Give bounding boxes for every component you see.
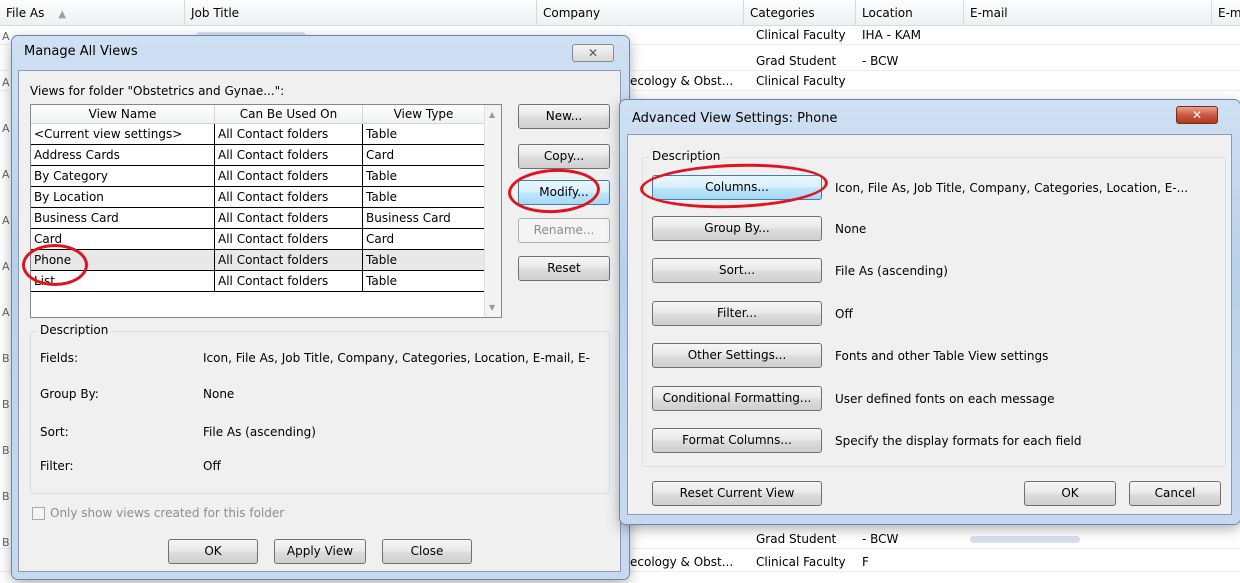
dialog-title: Manage All Views xyxy=(24,44,138,59)
folder-label: Views for folder "Obstetrics and Gynae..… xyxy=(30,84,285,98)
copy-view-button[interactable]: Copy... xyxy=(518,144,610,169)
adv-cancel-button[interactable]: Cancel xyxy=(1129,481,1221,506)
close-icon[interactable]: ✕ xyxy=(1176,106,1218,124)
format-columns-value: Specify the display formats for each fie… xyxy=(835,434,1082,448)
view-row[interactable]: By Location All Contact folders Table xyxy=(31,187,485,208)
view-row[interactable]: List All Contact folders Table xyxy=(31,271,485,292)
other-settings-value: Fonts and other Table View settings xyxy=(835,349,1049,363)
only-show-label: Only show views created for this folder xyxy=(50,506,285,520)
conditional-formatting-value: User defined fonts on each message xyxy=(835,392,1055,406)
column-header-email[interactable]: E-mail xyxy=(964,0,1212,26)
reset-current-view-button[interactable]: Reset Current View xyxy=(652,481,822,506)
sort-value: File As (ascending) xyxy=(203,425,316,439)
fields-value: Icon, File As, Job Title, Company, Categ… xyxy=(203,351,590,365)
column-view-type[interactable]: View Type xyxy=(363,105,485,124)
group-by-value: None xyxy=(203,387,235,401)
filter-value: Off xyxy=(835,307,853,321)
format-columns-button[interactable]: Format Columns... xyxy=(652,428,822,453)
filter-value: Off xyxy=(203,459,221,473)
column-can-be-used-on[interactable]: Can Be Used On xyxy=(215,105,363,124)
filter-button[interactable]: Filter... xyxy=(652,301,822,326)
sort-label: Sort: xyxy=(40,425,69,439)
sort-ascending-icon: ▲ xyxy=(58,9,67,20)
apply-view-button[interactable]: Apply View xyxy=(274,539,366,564)
view-row[interactable]: Address Cards All Contact folders Card xyxy=(31,145,485,166)
close-button[interactable]: Close xyxy=(382,539,472,564)
adv-ok-button[interactable]: OK xyxy=(1024,481,1116,506)
group-by-value: None xyxy=(835,222,867,236)
other-settings-button[interactable]: Other Settings... xyxy=(652,343,822,368)
ok-button[interactable]: OK xyxy=(168,539,258,564)
sort-button[interactable]: Sort... xyxy=(652,258,822,283)
view-row[interactable]: Card All Contact folders Card xyxy=(31,229,485,250)
columns-value: Icon, File As, Job Title, Company, Categ… xyxy=(835,181,1189,195)
rename-view-button[interactable]: Rename... xyxy=(518,218,610,243)
view-row[interactable]: Business Card All Contact folders Busine… xyxy=(31,208,485,229)
contact-list-left-edge: AAA AAA ABB BBB xyxy=(2,30,10,549)
column-header-email2[interactable]: E-m xyxy=(1212,0,1240,26)
views-table-header: View Name Can Be Used On View Type xyxy=(31,105,485,124)
column-header-categories[interactable]: Categories xyxy=(744,0,856,26)
column-view-name[interactable]: View Name xyxy=(31,105,215,124)
reset-view-button[interactable]: Reset xyxy=(518,256,610,281)
adv-description-label: Description xyxy=(649,149,724,163)
column-header-company[interactable]: Company xyxy=(537,0,744,26)
modify-view-button[interactable]: Modify... xyxy=(518,180,610,205)
dialog-title: Advanced View Settings: Phone xyxy=(632,111,838,126)
sort-value: File As (ascending) xyxy=(835,264,948,278)
contact-list-header: File As ▲ Job Title Company Categories Lo… xyxy=(0,0,1240,26)
scroll-up-icon[interactable]: ▲ xyxy=(489,110,495,119)
views-table[interactable]: View Name Can Be Used On View Type <Curr… xyxy=(30,104,502,318)
only-show-checkbox[interactable] xyxy=(32,507,45,520)
views-table-scrollbar[interactable]: ▲ ▼ xyxy=(484,105,501,317)
column-header-location[interactable]: Location xyxy=(856,0,964,26)
view-row[interactable]: By Category All Contact folders Table xyxy=(31,166,485,187)
filter-label: Filter: xyxy=(40,459,74,473)
column-header-file-as[interactable]: File As ▲ xyxy=(0,0,185,26)
close-icon[interactable]: ✕ xyxy=(572,44,614,62)
description-label: Description xyxy=(37,323,112,337)
columns-button[interactable]: Columns... xyxy=(652,175,822,200)
conditional-formatting-button[interactable]: Conditional Formatting... xyxy=(652,386,822,411)
fields-label: Fields: xyxy=(40,351,78,365)
group-by-label: Group By: xyxy=(40,387,99,401)
view-row[interactable]: <Current view settings> All Contact fold… xyxy=(31,124,485,145)
new-view-button[interactable]: New... xyxy=(518,104,610,129)
group-by-button[interactable]: Group By... xyxy=(652,216,822,241)
view-row-selected[interactable]: Phone All Contact folders Table xyxy=(31,250,485,271)
column-header-job-title[interactable]: Job Title xyxy=(185,0,537,26)
scroll-down-icon[interactable]: ▼ xyxy=(489,303,495,312)
